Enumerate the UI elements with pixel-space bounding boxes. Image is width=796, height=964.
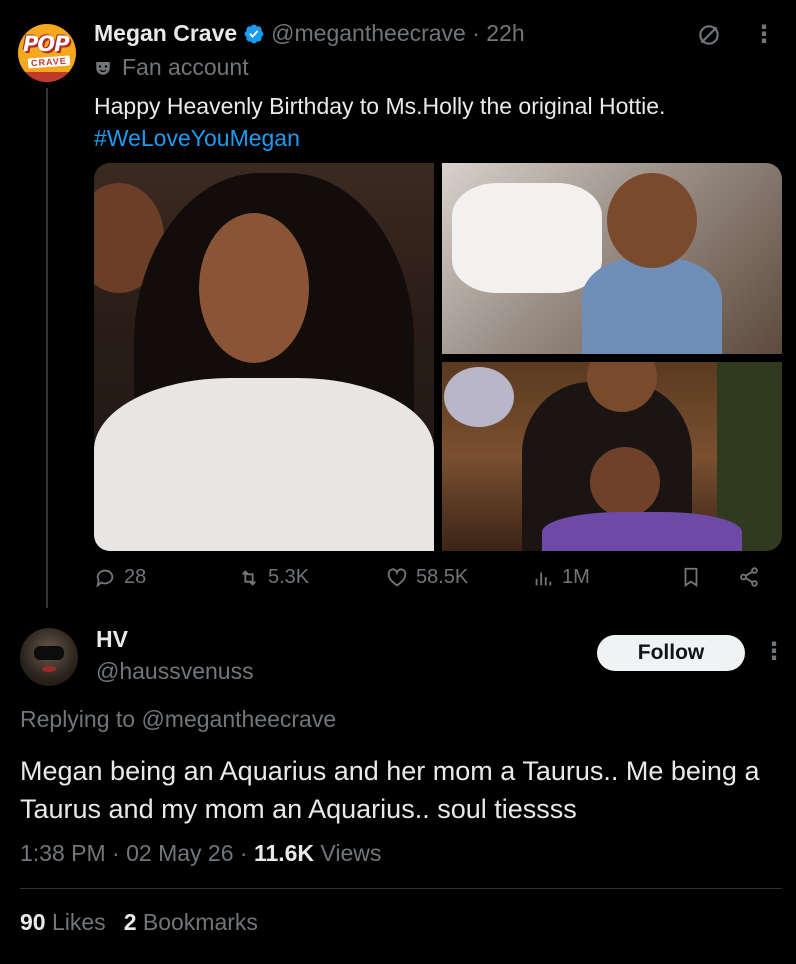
photo-detail [444,367,514,427]
share-icon [740,567,758,587]
like-button[interactable]: 58.5K [386,566,468,589]
post-header: Megan Crave @megantheecrave · 22h [94,20,525,47]
reply-display-name[interactable]: HV [96,626,128,653]
reply-stats: 90 Likes 2 Bookmarks [20,909,258,936]
bookmark-button[interactable] [680,566,702,588]
post-display-name[interactable]: Megan Crave [94,20,237,47]
theater-mask-icon [96,61,110,75]
grok-icon[interactable] [696,22,722,48]
thread-connector-line [46,88,48,608]
fan-account-text: Fan account [122,54,249,80]
photo-detail [607,173,697,268]
bookmark-icon [684,567,698,587]
bookmarks-stat[interactable]: 2 Bookmarks [124,909,258,936]
reply-views-label: Views [314,840,382,866]
follow-button[interactable]: Follow [597,635,745,671]
reply-button[interactable]: 28 [94,566,146,589]
post-header-icons: ⋮ [696,22,776,48]
post-media-grid [94,163,782,551]
views-button[interactable]: 1M [532,566,590,589]
photo-detail [582,258,722,354]
photo-detail [590,447,660,517]
reply-text: Megan being an Aquarius and her mom a Ta… [20,756,760,824]
likes-stat[interactable]: 90 Likes [20,909,106,936]
post-body: Happy Heavenly Birthday to Ms.Holly the … [94,90,784,154]
views-chart-icon [535,572,552,585]
photo-detail [452,183,602,293]
reply-handle[interactable]: @haussvenuss [96,658,254,685]
views-count: 1M [562,566,590,588]
heart-icon [387,567,407,586]
reply-meta: 1:38 PM · 02 May 26 · 11.6K Views [20,840,381,867]
replying-to-text: Replying to @megantheecrave [20,706,337,732]
repost-icon [241,569,257,586]
more-options-icon[interactable]: ⋮ [752,23,776,47]
reply-more-options-icon[interactable]: ⋮ [762,640,786,664]
bookmarks-count: 2 [123,909,137,935]
photo-detail [94,378,434,551]
avatar-pop-text: POP [23,32,70,56]
avatar-stripe [18,72,76,82]
reply-count: 28 [124,566,147,588]
post-text: Happy Heavenly Birthday to Ms.Holly the … [94,93,666,119]
reply-avatar[interactable] [20,628,78,686]
share-button[interactable] [738,566,760,588]
photo-detail [199,213,309,363]
reply-views-count: 11.6K [253,840,315,866]
fan-account-label: Fan account [94,54,249,81]
avatar-detail [42,666,56,672]
photo-detail [542,512,742,551]
photo-toddler-blue-shirt[interactable] [442,163,782,354]
photo-mother-and-child[interactable] [442,362,782,551]
likes-label: Likes [51,909,106,935]
divider [20,888,782,889]
repost-button[interactable]: 5.3K [238,566,309,589]
like-count: 58.5K [416,566,469,588]
avatar-detail [34,646,64,660]
reply-icon [96,569,114,588]
post-action-bar: 28 5.3K 58.5K 1M [94,566,766,598]
post-hashtag[interactable]: #WeLoveYouMegan [94,122,784,154]
likes-count: 90 [20,909,46,935]
bookmarks-label: Bookmarks [142,909,258,935]
repost-count: 5.3K [268,566,310,588]
verified-badge-icon [244,24,264,43]
photo-woman-white-top[interactable] [94,163,434,551]
reply-timestamp[interactable]: 1:38 PM · 02 May 26 · [20,840,254,866]
post-handle-time[interactable]: @megantheecrave · 22h [271,20,525,47]
avatar-crave-text: CRAVE [27,55,71,69]
pop-crave-avatar[interactable]: POP CRAVE [18,24,76,82]
